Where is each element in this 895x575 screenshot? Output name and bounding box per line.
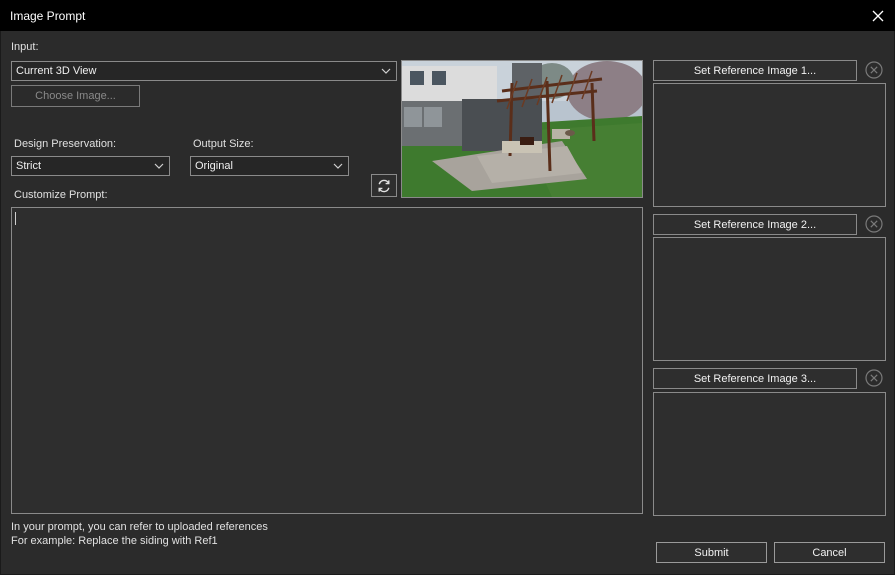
refresh-preview-button[interactable]: [371, 174, 397, 197]
output-size-value: Original: [195, 160, 233, 172]
clear-reference-1-button[interactable]: [863, 59, 885, 81]
dialog-body: Input: Current 3D View Choose Image... D…: [0, 31, 895, 575]
cancel-button[interactable]: Cancel: [774, 542, 885, 563]
submit-button[interactable]: Submit: [656, 542, 767, 563]
clear-reference-2-button[interactable]: [863, 213, 885, 235]
choose-image-button[interactable]: Choose Image...: [11, 85, 140, 107]
design-preservation-select[interactable]: Strict: [11, 156, 170, 176]
design-preservation-label: Design Preservation:: [14, 138, 117, 150]
output-size-label: Output Size:: [193, 138, 254, 150]
chevron-down-icon: [381, 68, 391, 74]
preview-render: [402, 61, 642, 197]
clear-circle-icon: [865, 61, 883, 79]
clear-reference-3-button[interactable]: [863, 367, 885, 389]
input-label: Input:: [11, 41, 39, 53]
reference-image-1-slot: [653, 83, 886, 207]
close-button[interactable]: [861, 0, 895, 31]
set-reference-image-1-button[interactable]: Set Reference Image 1...: [653, 60, 857, 81]
input-select[interactable]: Current 3D View: [11, 61, 397, 81]
hint-line-2: For example: Replace the siding with Ref…: [11, 535, 218, 547]
text-caret: [15, 212, 16, 225]
close-icon: [872, 10, 884, 21]
title-bar: Image Prompt: [0, 0, 895, 31]
refresh-icon: [378, 179, 390, 192]
clear-circle-icon: [865, 215, 883, 233]
input-select-value: Current 3D View: [16, 65, 97, 77]
set-reference-image-2-button[interactable]: Set Reference Image 2...: [653, 214, 857, 235]
reference-image-3-slot: [653, 392, 886, 516]
output-size-select[interactable]: Original: [190, 156, 349, 176]
set-reference-image-3-button[interactable]: Set Reference Image 3...: [653, 368, 857, 389]
chevron-down-icon: [154, 163, 164, 169]
design-preservation-value: Strict: [16, 160, 42, 172]
customize-prompt-textarea[interactable]: [11, 207, 643, 514]
chevron-down-icon: [333, 163, 343, 169]
reference-image-2-slot: [653, 237, 886, 361]
window-title: Image Prompt: [10, 9, 86, 23]
customize-prompt-label: Customize Prompt:: [14, 189, 108, 201]
preview-image: [401, 60, 643, 198]
hint-line-1: In your prompt, you can refer to uploade…: [11, 521, 268, 533]
clear-circle-icon: [865, 369, 883, 387]
